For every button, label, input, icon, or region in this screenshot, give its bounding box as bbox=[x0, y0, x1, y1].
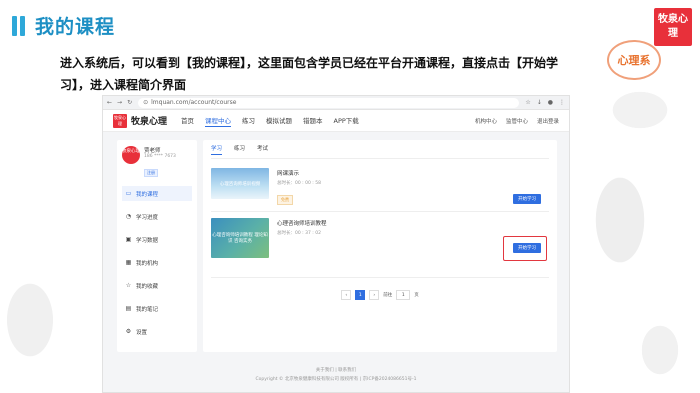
start-learning-button[interactable]: 开始学习 bbox=[513, 243, 541, 253]
page-number[interactable]: 1 bbox=[355, 290, 366, 300]
download-icon[interactable]: ↓ bbox=[537, 99, 542, 106]
note-icon: ▤ bbox=[125, 305, 132, 312]
nav-app-download[interactable]: APP下载 bbox=[334, 115, 359, 127]
goto-label: 前往 bbox=[383, 293, 393, 298]
menu-icon[interactable]: ⋮ bbox=[559, 99, 565, 106]
course-item: 心理咨询师培训视频 网课演示 总时长：00 : 00 : 58 免费 开始学习 bbox=[211, 168, 549, 212]
tab-practice[interactable]: 练习 bbox=[234, 144, 245, 155]
page-unit: 页 bbox=[414, 293, 419, 298]
next-page-button[interactable]: › bbox=[369, 290, 380, 300]
course-tabs: 学习 练习 考试 bbox=[211, 144, 549, 159]
sidebar-item-label: 我的收藏 bbox=[136, 283, 159, 290]
profile-icon[interactable]: ● bbox=[548, 99, 553, 106]
course-title[interactable]: 心理咨询师培训教程 bbox=[277, 219, 327, 227]
sidebar-item-settings[interactable]: ⚙ 设置 bbox=[122, 324, 192, 339]
nav-mock-exam[interactable]: 模拟试题 bbox=[266, 115, 292, 127]
header-bars-icon bbox=[12, 15, 25, 36]
brand-seal: 心理系 bbox=[607, 40, 661, 80]
site-header: 牧泉心理 牧泉心理 首页 课程中心 练习 模拟试题 错题本 APP下载 机构中心… bbox=[103, 110, 569, 132]
profile-phone: 186 **** 7673 bbox=[144, 154, 176, 159]
course-panel: 学习 练习 考试 心理咨询师培训视频 网课演示 总时长：00 : 00 : 58… bbox=[203, 140, 557, 352]
course-thumbnail[interactable]: 心理咨询师培训教程 理论知识 咨询实务 bbox=[211, 218, 269, 258]
course-duration: 总时长：00 : 37 : 02 bbox=[277, 231, 321, 236]
brand-logo: 牧泉心理 bbox=[654, 8, 692, 46]
sidebar-item-my-courses[interactable]: ▭ 我的课程 bbox=[122, 186, 192, 201]
star-icon: ☆ bbox=[125, 282, 132, 289]
sidebar-item-data[interactable]: ▣ 学习数据 bbox=[122, 232, 192, 247]
sidebar-item-label: 我的笔记 bbox=[136, 306, 159, 313]
sidebar-item-label: 学习数据 bbox=[136, 237, 159, 244]
slide-header: 我的课程 bbox=[12, 12, 115, 39]
slide-description: 进入系统后，可以看到【我的课程】，这里面包含学员已经在平台开通课程，直接点击【开… bbox=[60, 56, 559, 92]
nav-practice[interactable]: 练习 bbox=[242, 115, 255, 127]
link-org-center[interactable]: 机构中心 bbox=[475, 117, 497, 125]
course-item: 心理咨询师培训教程 理论知识 咨询实务 心理咨询师培训教程 总时长：00 : 3… bbox=[211, 218, 549, 278]
footer-copyright: Copyright © 北京牧泉健康科技有限公司 版权所有 | 京ICP备202… bbox=[255, 377, 417, 382]
browser-toolbar: ← → ↻ ⊙ lmquan.com/account/course ☆ ↓ ● … bbox=[103, 96, 569, 110]
sidebar-item-favorites[interactable]: ☆ 我的收藏 bbox=[122, 278, 192, 293]
address-bar[interactable]: ⊙ lmquan.com/account/course bbox=[138, 97, 520, 108]
site-logo-text[interactable]: 牧泉心理 bbox=[131, 114, 167, 127]
sidebar-item-progress[interactable]: ◔ 学习进度 bbox=[122, 209, 192, 224]
avatar[interactable]: 牧泉心理 bbox=[122, 146, 140, 164]
sidebar-item-label: 我的机构 bbox=[136, 260, 159, 267]
user-links: 机构中心 监管中心 退出登录 bbox=[475, 117, 559, 125]
profile-name: 贾老师 bbox=[144, 148, 161, 154]
nav-home[interactable]: 首页 bbox=[181, 115, 194, 127]
course-thumbnail[interactable]: 心理咨询师培训视频 bbox=[211, 168, 269, 199]
page-content: 牧泉心理 贾老师 186 **** 7673 注册 ▭ 我的课程 ◔ 学习进度 … bbox=[117, 140, 557, 352]
browser-window: ← → ↻ ⊙ lmquan.com/account/course ☆ ↓ ● … bbox=[102, 95, 570, 393]
footer-links[interactable]: 关于我们 | 联系我们 bbox=[103, 366, 569, 375]
sidebar-item-label: 设置 bbox=[136, 329, 148, 336]
data-icon: ▣ bbox=[125, 236, 132, 243]
monitor-icon: ▭ bbox=[125, 190, 132, 197]
settings-icon: ⚙ bbox=[125, 328, 132, 335]
reload-icon[interactable]: ↻ bbox=[127, 99, 132, 106]
world-map-decoration bbox=[560, 50, 700, 390]
sidebar-item-label: 我的课程 bbox=[136, 191, 159, 198]
course-duration: 总时长：00 : 00 : 58 bbox=[277, 181, 321, 186]
main-nav: 首页 课程中心 练习 模拟试题 错题本 APP下载 bbox=[181, 115, 359, 127]
sidebar-item-notes[interactable]: ▤ 我的笔记 bbox=[122, 301, 192, 316]
tab-exam[interactable]: 考试 bbox=[257, 144, 268, 155]
site-logo-icon[interactable]: 牧泉心理 bbox=[113, 113, 127, 128]
site-footer: 关于我们 | 联系我们 Copyright © 北京牧泉健康科技有限公司 版权所… bbox=[103, 366, 569, 384]
progress-icon: ◔ bbox=[125, 213, 132, 220]
link-supervision-center[interactable]: 监管中心 bbox=[506, 117, 528, 125]
tab-study[interactable]: 学习 bbox=[211, 144, 223, 155]
start-learning-button[interactable]: 开始学习 bbox=[513, 194, 541, 204]
forward-icon[interactable]: → bbox=[117, 99, 122, 106]
back-icon[interactable]: ← bbox=[107, 99, 112, 106]
goto-page-input[interactable]: 1 bbox=[396, 290, 411, 300]
slide-title: 我的课程 bbox=[35, 16, 116, 38]
sidebar-item-label: 学习进度 bbox=[136, 214, 159, 221]
sidebar: 牧泉心理 贾老师 186 **** 7673 注册 ▭ 我的课程 ◔ 学习进度 … bbox=[117, 140, 197, 352]
url-text: lmquan.com/account/course bbox=[151, 99, 237, 106]
link-logout[interactable]: 退出登录 bbox=[537, 117, 559, 125]
sidebar-item-org[interactable]: ▦ 我的机构 bbox=[122, 255, 192, 270]
pagination: ‹ 1 › 前往 1 页 bbox=[211, 290, 549, 300]
world-map-decoration-left bbox=[0, 230, 80, 390]
star-icon[interactable]: ☆ bbox=[525, 99, 530, 106]
lock-icon: ⊙ bbox=[143, 99, 149, 106]
building-icon: ▦ bbox=[125, 259, 132, 266]
nav-course-center[interactable]: 课程中心 bbox=[205, 115, 232, 127]
nav-wrong-book[interactable]: 错题本 bbox=[303, 115, 323, 127]
profile-badge: 注册 bbox=[144, 169, 158, 177]
profile-card: 牧泉心理 贾老师 186 **** 7673 注册 bbox=[122, 146, 192, 178]
prev-page-button[interactable]: ‹ bbox=[341, 290, 352, 300]
course-title[interactable]: 网课演示 bbox=[277, 169, 321, 177]
course-tag: 免费 bbox=[277, 195, 293, 205]
